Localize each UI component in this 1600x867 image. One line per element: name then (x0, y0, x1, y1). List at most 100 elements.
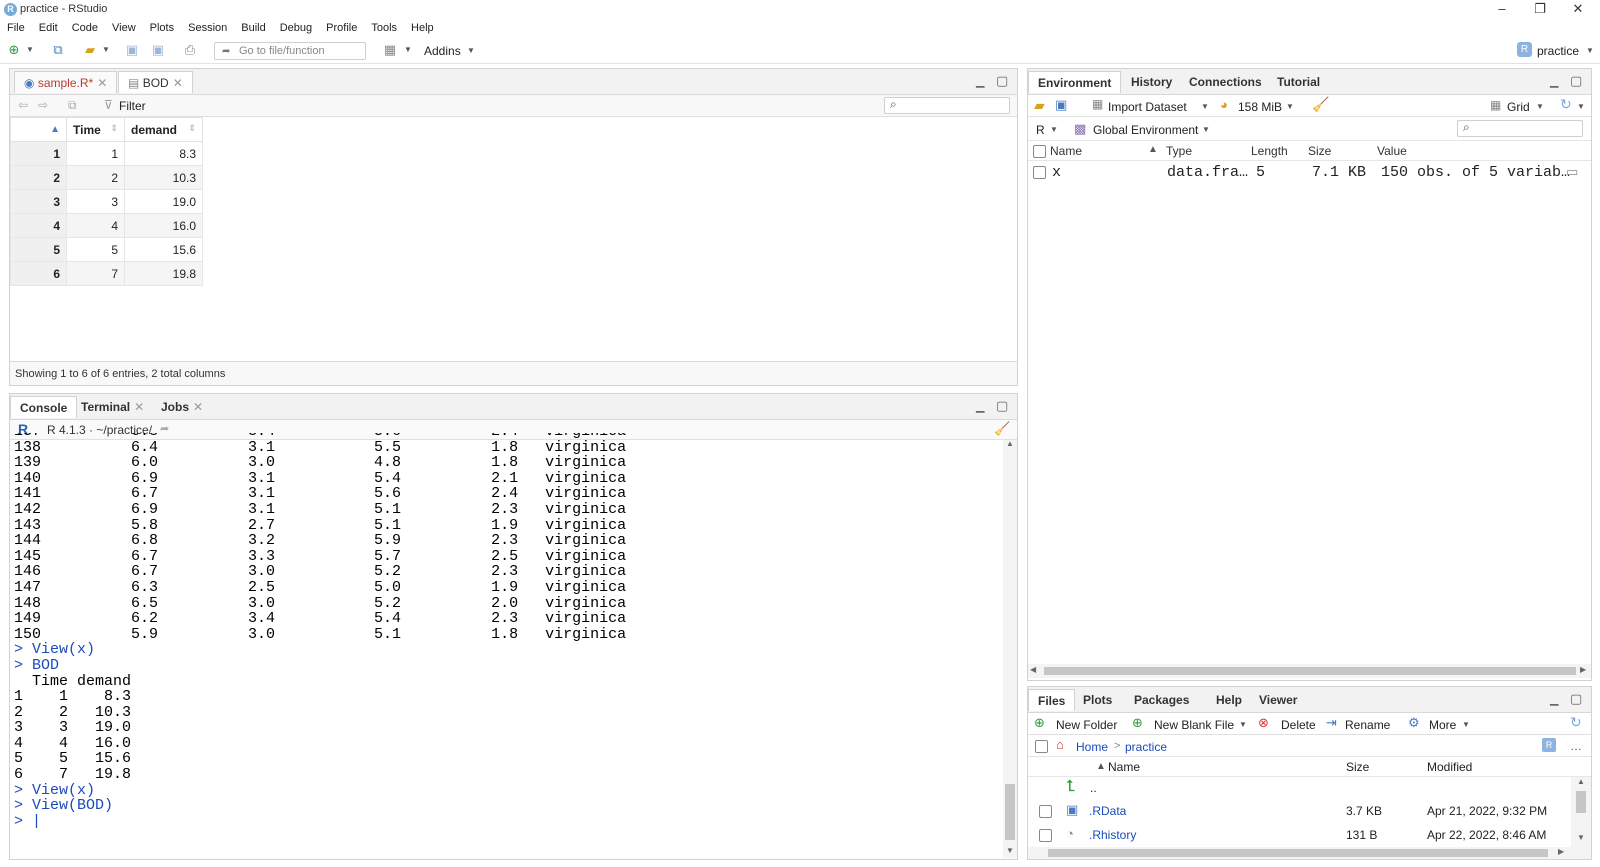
menu-help[interactable]: Help (404, 20, 441, 34)
file-row[interactable]: ◔ .Rhistory 131 B Apr 22, 2022, 8:46 AM (1028, 823, 1571, 847)
column-header-time[interactable]: Time ⇕ (66, 117, 125, 142)
column-header-name[interactable]: Name (1108, 760, 1140, 774)
column-header-type[interactable]: Type (1166, 144, 1192, 158)
import-dataset-button[interactable]: Import Dataset (1108, 100, 1187, 114)
filter-button[interactable]: Filter (119, 99, 146, 113)
close-icon[interactable]: ✕ (193, 400, 203, 414)
menu-edit[interactable]: Edit (32, 20, 65, 34)
clear-console-icon[interactable]: 🧹 (994, 421, 1010, 437)
new-file-icon[interactable]: ⊕ (6, 43, 22, 57)
data-search-input[interactable] (884, 97, 1010, 114)
tab-packages[interactable]: Packages (1125, 689, 1198, 711)
scroll-down-icon[interactable]: ▼ (1577, 833, 1585, 842)
menu-session[interactable]: Session (181, 20, 234, 34)
environment-hscrollbar[interactable]: ◀ ▶ (1028, 664, 1591, 678)
select-all-checkbox[interactable] (1033, 145, 1046, 158)
scroll-down-icon[interactable]: ▼ (1006, 846, 1014, 855)
scrollbar-thumb[interactable] (1005, 784, 1015, 840)
broom-icon[interactable]: 🧹 (1312, 96, 1329, 113)
rename-button[interactable]: Rename (1345, 718, 1390, 732)
tab-tutorial[interactable]: Tutorial (1268, 71, 1329, 93)
tab-plots[interactable]: Plots (1074, 689, 1121, 711)
view-data-icon[interactable]: ▭ (1566, 164, 1578, 180)
minimize-pane-icon[interactable]: ▁ (976, 75, 984, 88)
popout-icon[interactable]: ⧉ (68, 98, 77, 113)
scroll-right-icon[interactable]: ▶ (1580, 665, 1586, 674)
menu-profile[interactable]: Profile (319, 20, 364, 34)
back-icon[interactable]: ⇦ (18, 98, 28, 112)
tab-connections[interactable]: Connections (1180, 71, 1271, 93)
scrollbar-thumb[interactable] (1044, 667, 1576, 675)
file-row-up[interactable]: ⮤ .. (1028, 777, 1571, 799)
tab-help[interactable]: Help (1207, 689, 1251, 711)
menu-debug[interactable]: Debug (273, 20, 319, 34)
menu-tools[interactable]: Tools (364, 20, 404, 34)
menu-view[interactable]: View (105, 20, 143, 34)
files-vscrollbar[interactable]: ▲ ▼ (1571, 777, 1591, 847)
forward-icon[interactable]: ⇨ (38, 98, 48, 112)
load-workspace-icon[interactable]: ▰ (1034, 97, 1045, 114)
grid-view-button[interactable]: Grid (1507, 100, 1530, 114)
open-dropdown-icon[interactable]: ▼ (98, 43, 114, 57)
refresh-icon[interactable]: ↻ (1570, 714, 1582, 731)
file-name[interactable]: .RData (1089, 804, 1126, 818)
minimize-pane-icon[interactable]: ▁ (1550, 693, 1558, 706)
tab-console[interactable]: Console (10, 396, 78, 418)
column-header-length[interactable]: Length (1251, 144, 1288, 158)
minimize-pane-icon[interactable]: ▁ (1550, 75, 1558, 88)
column-header-size[interactable]: Size (1346, 760, 1369, 774)
memory-usage-button[interactable]: 158 MiB (1238, 100, 1282, 114)
grid-layout-icon[interactable]: ▦ (382, 43, 398, 57)
file-checkbox[interactable] (1039, 829, 1052, 842)
maximize-pane-icon[interactable]: ▢ (996, 398, 1008, 414)
more-button[interactable]: More (1429, 718, 1456, 732)
close-icon[interactable]: ✕ (173, 76, 183, 90)
print-icon[interactable]: ⎙ (182, 43, 198, 57)
new-project-icon[interactable]: ⧉ (50, 43, 66, 57)
file-checkbox[interactable] (1039, 805, 1052, 818)
tab-history[interactable]: History (1122, 71, 1181, 93)
layout-dropdown-icon[interactable]: ▼ (400, 43, 416, 57)
file-name[interactable]: .Rhistory (1089, 828, 1136, 842)
breadcrumb-practice[interactable]: practice (1125, 740, 1167, 754)
scroll-right-icon[interactable]: ▶ (1558, 847, 1564, 856)
go-to-file-input[interactable]: Go to file/function (214, 42, 366, 60)
menu-code[interactable]: Code (65, 20, 105, 34)
menu-plots[interactable]: Plots (143, 20, 181, 34)
column-header-modified[interactable]: Modified (1427, 760, 1472, 774)
addins-dropdown-icon[interactable]: ▼ (467, 46, 475, 55)
new-file-dropdown-icon[interactable]: ▼ (22, 43, 38, 57)
memory-dropdown-icon[interactable]: ▼ (1286, 102, 1294, 111)
files-hscrollbar[interactable]: ▶ (1028, 847, 1591, 859)
more-path-icon[interactable]: … (1570, 739, 1582, 753)
breadcrumb-home[interactable]: Home (1076, 740, 1108, 754)
delete-button[interactable]: Delete (1281, 718, 1316, 732)
maximize-pane-icon[interactable]: ▢ (1570, 691, 1582, 707)
scrollbar-thumb[interactable] (1048, 849, 1548, 857)
environment-search-input[interactable] (1457, 120, 1583, 137)
close-icon[interactable]: ✕ (134, 400, 144, 414)
language-select[interactable]: R (1036, 123, 1045, 137)
refresh-icon[interactable]: ↻ (1560, 96, 1572, 113)
tab-files[interactable]: Files (1028, 689, 1076, 711)
console-prompt-input[interactable]: > | (14, 814, 984, 830)
maximize-pane-icon[interactable]: ▢ (1570, 73, 1582, 89)
scrollbar-thumb[interactable] (1576, 791, 1586, 813)
global-environment-select[interactable]: Global Environment (1093, 123, 1198, 137)
column-header-size[interactable]: Size (1308, 144, 1331, 158)
parent-folder-link[interactable]: .. (1090, 781, 1097, 795)
new-blank-dropdown-icon[interactable]: ▼ (1239, 720, 1247, 729)
close-icon[interactable]: ✕ (97, 76, 107, 90)
tab-environment[interactable]: Environment (1028, 71, 1122, 93)
scope-dropdown-icon[interactable]: ▼ (1202, 125, 1210, 134)
addins-menu[interactable]: Addins (424, 44, 461, 58)
language-dropdown-icon[interactable]: ▼ (1050, 125, 1058, 134)
minimize-pane-icon[interactable]: ▁ (976, 400, 984, 413)
minimize-button[interactable]: – (1484, 0, 1520, 20)
open-file-icon[interactable]: ▰ (82, 43, 98, 57)
column-header-demand[interactable]: demand ⇕ (124, 117, 203, 142)
new-folder-button[interactable]: New Folder (1056, 718, 1117, 732)
environment-row[interactable]: x data.fra… 5 7.1 KB 150 obs. of 5 varia… (1028, 161, 1591, 183)
tab-terminal[interactable]: Terminal ✕ (72, 396, 153, 418)
project-menu[interactable]: practice (1537, 44, 1579, 58)
